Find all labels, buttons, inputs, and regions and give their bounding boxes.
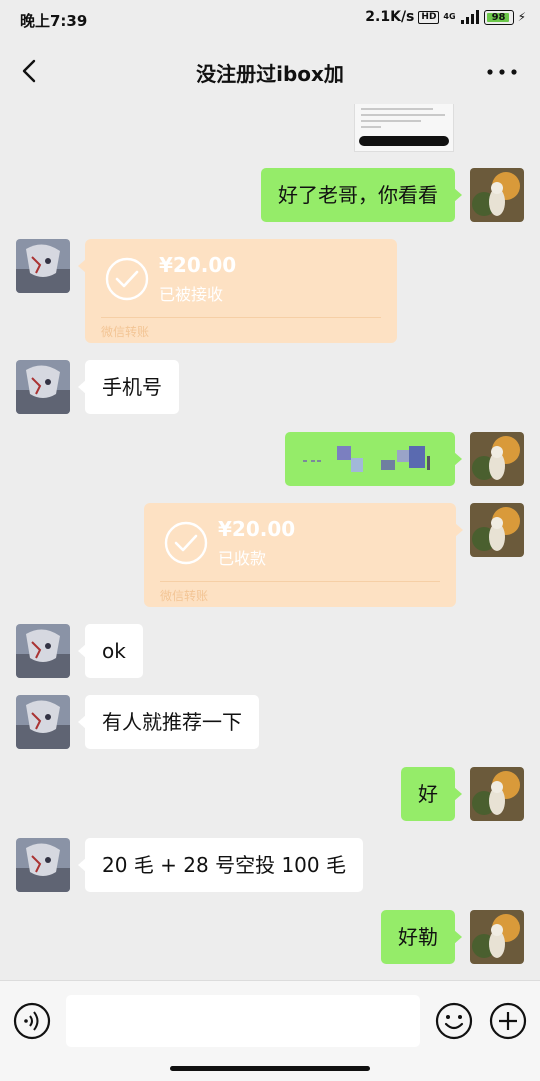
avatar-self[interactable]	[470, 910, 524, 964]
message-list[interactable]: 好了老哥，你看看 ¥20.00 已被接收 微信转账 手机号 ¥20.00 已收款…	[0, 104, 540, 980]
check-circle-icon	[164, 521, 208, 565]
voice-icon[interactable]	[12, 1001, 52, 1041]
message-bubble-received[interactable]: ok	[78, 624, 143, 678]
transfer-status: 已收款	[218, 549, 267, 568]
transfer-amount: ¥20.00	[218, 517, 296, 541]
message-bubble-received[interactable]: 20 毛 + 28 号空投 100 毛	[78, 838, 363, 892]
thumbnail-button	[359, 136, 449, 146]
avatar-contact[interactable]	[16, 624, 70, 678]
message-input[interactable]	[66, 995, 420, 1047]
transfer-card-sent[interactable]: ¥20.00 已收款 微信转账	[144, 503, 463, 607]
message-bubble-sent-redacted[interactable]	[285, 432, 462, 486]
redacted-content	[303, 446, 430, 472]
message-bubble-received[interactable]: 手机号	[78, 360, 179, 414]
message-bubble-sent[interactable]: 好	[401, 767, 462, 821]
status-time: 晚上7:39	[20, 12, 88, 30]
message-bubble-sent[interactable]: 好勒	[381, 910, 462, 964]
avatar-self[interactable]	[470, 767, 524, 821]
status-bar: 晚上7:39 2.1K/s HD 4G 98 ⚡	[0, 0, 540, 38]
battery-icon: 98	[483, 9, 514, 25]
avatar-self[interactable]	[470, 503, 524, 557]
emoji-icon[interactable]	[434, 1001, 474, 1041]
more-dots-icon[interactable]	[486, 60, 518, 84]
battery-level: 98	[491, 11, 506, 23]
message-bubble-received[interactable]: 有人就推荐一下	[78, 695, 259, 749]
signal-icon	[460, 10, 479, 24]
transfer-footer: 微信转账	[101, 325, 150, 339]
chat-title: 没注册过ibox加	[196, 62, 344, 86]
message-bubble-sent[interactable]: 好了老哥，你看看	[261, 168, 462, 222]
transfer-status: 已被接收	[159, 285, 224, 304]
avatar-contact[interactable]	[16, 360, 70, 414]
divider	[101, 317, 381, 318]
avatar-contact[interactable]	[16, 695, 70, 749]
avatar-contact[interactable]	[16, 838, 70, 892]
avatar-self[interactable]	[470, 432, 524, 486]
avatar-contact[interactable]	[16, 239, 70, 293]
transfer-amount: ¥20.00	[159, 253, 237, 277]
transfer-card-received[interactable]: ¥20.00 已被接收 微信转账	[78, 239, 397, 343]
network-type: 4G	[443, 12, 456, 21]
transfer-footer: 微信转账	[160, 589, 209, 603]
image-message[interactable]	[354, 104, 454, 152]
home-indicator[interactable]	[170, 1066, 370, 1071]
chat-header: 没注册过ibox加	[0, 38, 540, 104]
avatar-self[interactable]	[470, 168, 524, 222]
charging-icon: ⚡	[517, 10, 526, 24]
check-circle-icon	[105, 257, 149, 301]
plus-icon[interactable]	[488, 1001, 528, 1041]
net-speed: 2.1K/s	[365, 9, 415, 25]
divider	[160, 581, 440, 582]
hd-icon: HD	[418, 10, 440, 24]
